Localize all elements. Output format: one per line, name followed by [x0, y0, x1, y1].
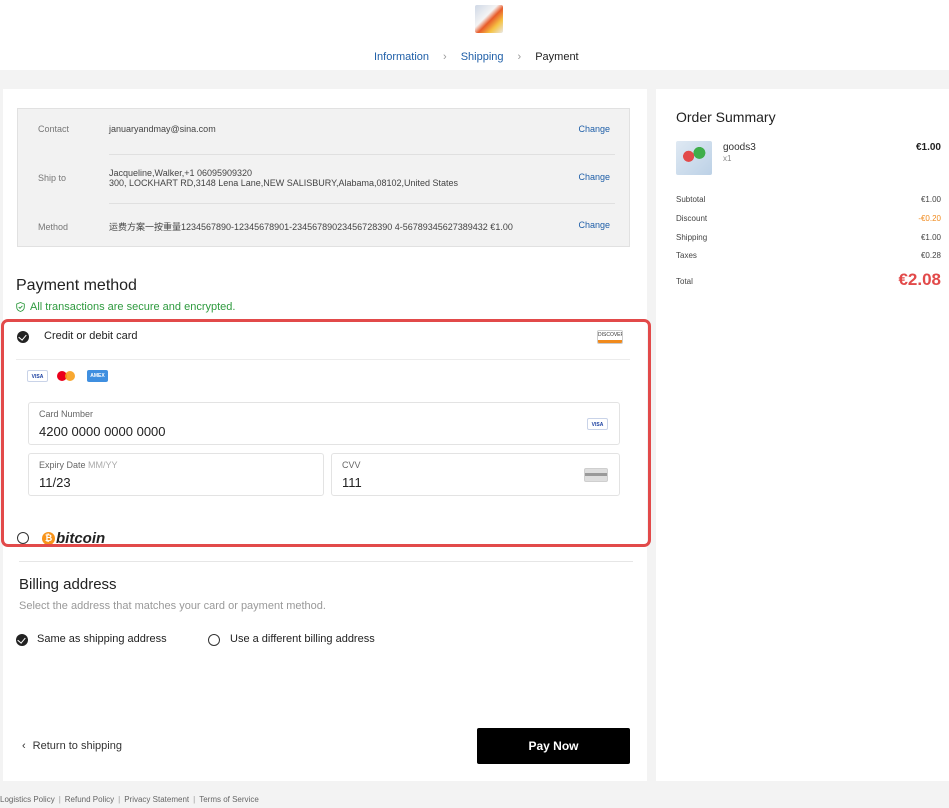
divider: [109, 203, 615, 204]
separator: |: [58, 795, 61, 804]
store-logo[interactable]: [475, 5, 503, 33]
total-value: €2.08: [898, 270, 941, 289]
subtotal-row: Subtotal €1.00: [676, 195, 941, 204]
total-label: Total: [676, 277, 693, 286]
subtotal-value: €1.00: [920, 195, 941, 204]
privacy-statement-link[interactable]: Privacy Statement: [124, 795, 189, 804]
same-address-radio[interactable]: [16, 634, 28, 646]
shipto-address: Jacqueline,Walker,+1 06095909320 300, LO…: [109, 168, 458, 188]
separator: |: [193, 795, 196, 804]
change-contact-link[interactable]: Change: [578, 124, 610, 134]
header: Information › Shipping › Payment: [0, 0, 949, 70]
shipto-line2: 300, LOCKHART RD,3148 Lena Lane,NEW SALI…: [109, 178, 459, 188]
discount-label: Discount: [676, 214, 708, 223]
change-method-link[interactable]: Change: [578, 220, 610, 230]
chevron-left-icon: ‹: [22, 740, 26, 752]
order-summary: Order Summary goods3 x1 €1.00 Subtotal €…: [656, 89, 949, 781]
highlight-box: [1, 319, 651, 547]
product-quantity: x1: [723, 154, 732, 163]
order-info-box: Contact januaryandmay@sina.com Change Sh…: [17, 108, 630, 247]
breadcrumb-shipping[interactable]: Shipping: [461, 51, 504, 63]
taxes-label: Taxes: [676, 251, 697, 260]
taxes-value: €0.28: [920, 251, 941, 260]
divider: [109, 154, 615, 155]
contact-value: januaryandmay@sina.com: [109, 124, 216, 134]
product-thumbnail: [676, 141, 712, 175]
shipto-line1: Jacqueline,Walker,+1 06095909320: [109, 168, 253, 178]
payment-method-title: Payment method: [16, 277, 137, 294]
chevron-right-icon: ›: [443, 51, 447, 63]
secure-text: All transactions are secure and encrypte…: [30, 301, 236, 313]
contact-label: Contact: [38, 124, 70, 134]
different-address-label[interactable]: Use a different billing address: [230, 633, 375, 645]
logistics-policy-link[interactable]: Logistics Policy: [0, 795, 55, 804]
secure-notice: All transactions are secure and encrypte…: [16, 301, 235, 313]
pay-now-button[interactable]: Pay Now: [477, 728, 630, 764]
breadcrumb: Information › Shipping › Payment: [374, 51, 579, 63]
billing-address-title: Billing address: [19, 576, 117, 593]
return-to-shipping-link[interactable]: ‹ Return to shipping: [22, 740, 122, 752]
method-value: 运费方案一按重量1234567890-12345678901-234567890…: [109, 222, 513, 232]
footer-links: Logistics Policy | Refund Policy | Privacy S…: [0, 795, 259, 804]
taxes-row: Taxes €0.28: [676, 251, 941, 260]
breadcrumb-payment: Payment: [535, 51, 579, 63]
shipto-label: Ship to: [38, 173, 67, 183]
terms-of-service-link[interactable]: Terms of Service: [199, 795, 259, 804]
order-summary-title: Order Summary: [676, 109, 776, 125]
product-price: €1.00: [915, 142, 941, 153]
billing-address-subtitle: Select the address that matches your car…: [19, 600, 326, 612]
product-name: goods3: [723, 142, 756, 153]
divider: [19, 561, 633, 562]
discount-value: -€0.20: [918, 214, 941, 223]
breadcrumb-information[interactable]: Information: [374, 51, 429, 63]
subtotal-label: Subtotal: [676, 195, 706, 204]
chevron-right-icon: ›: [517, 51, 522, 63]
separator: |: [118, 795, 121, 804]
shipping-label: Shipping: [676, 233, 708, 242]
return-to-shipping-label: Return to shipping: [32, 740, 122, 752]
change-shipto-link[interactable]: Change: [578, 172, 610, 182]
shipping-value: €1.00: [920, 233, 941, 242]
shipping-row: Shipping €1.00: [676, 233, 941, 242]
same-address-label[interactable]: Same as shipping address: [37, 633, 167, 645]
method-label: Method: [38, 222, 69, 232]
refund-policy-link[interactable]: Refund Policy: [65, 795, 114, 804]
discount-row: Discount -€0.20: [676, 214, 941, 223]
shield-check-icon: [16, 302, 25, 312]
different-address-radio[interactable]: [208, 634, 220, 646]
